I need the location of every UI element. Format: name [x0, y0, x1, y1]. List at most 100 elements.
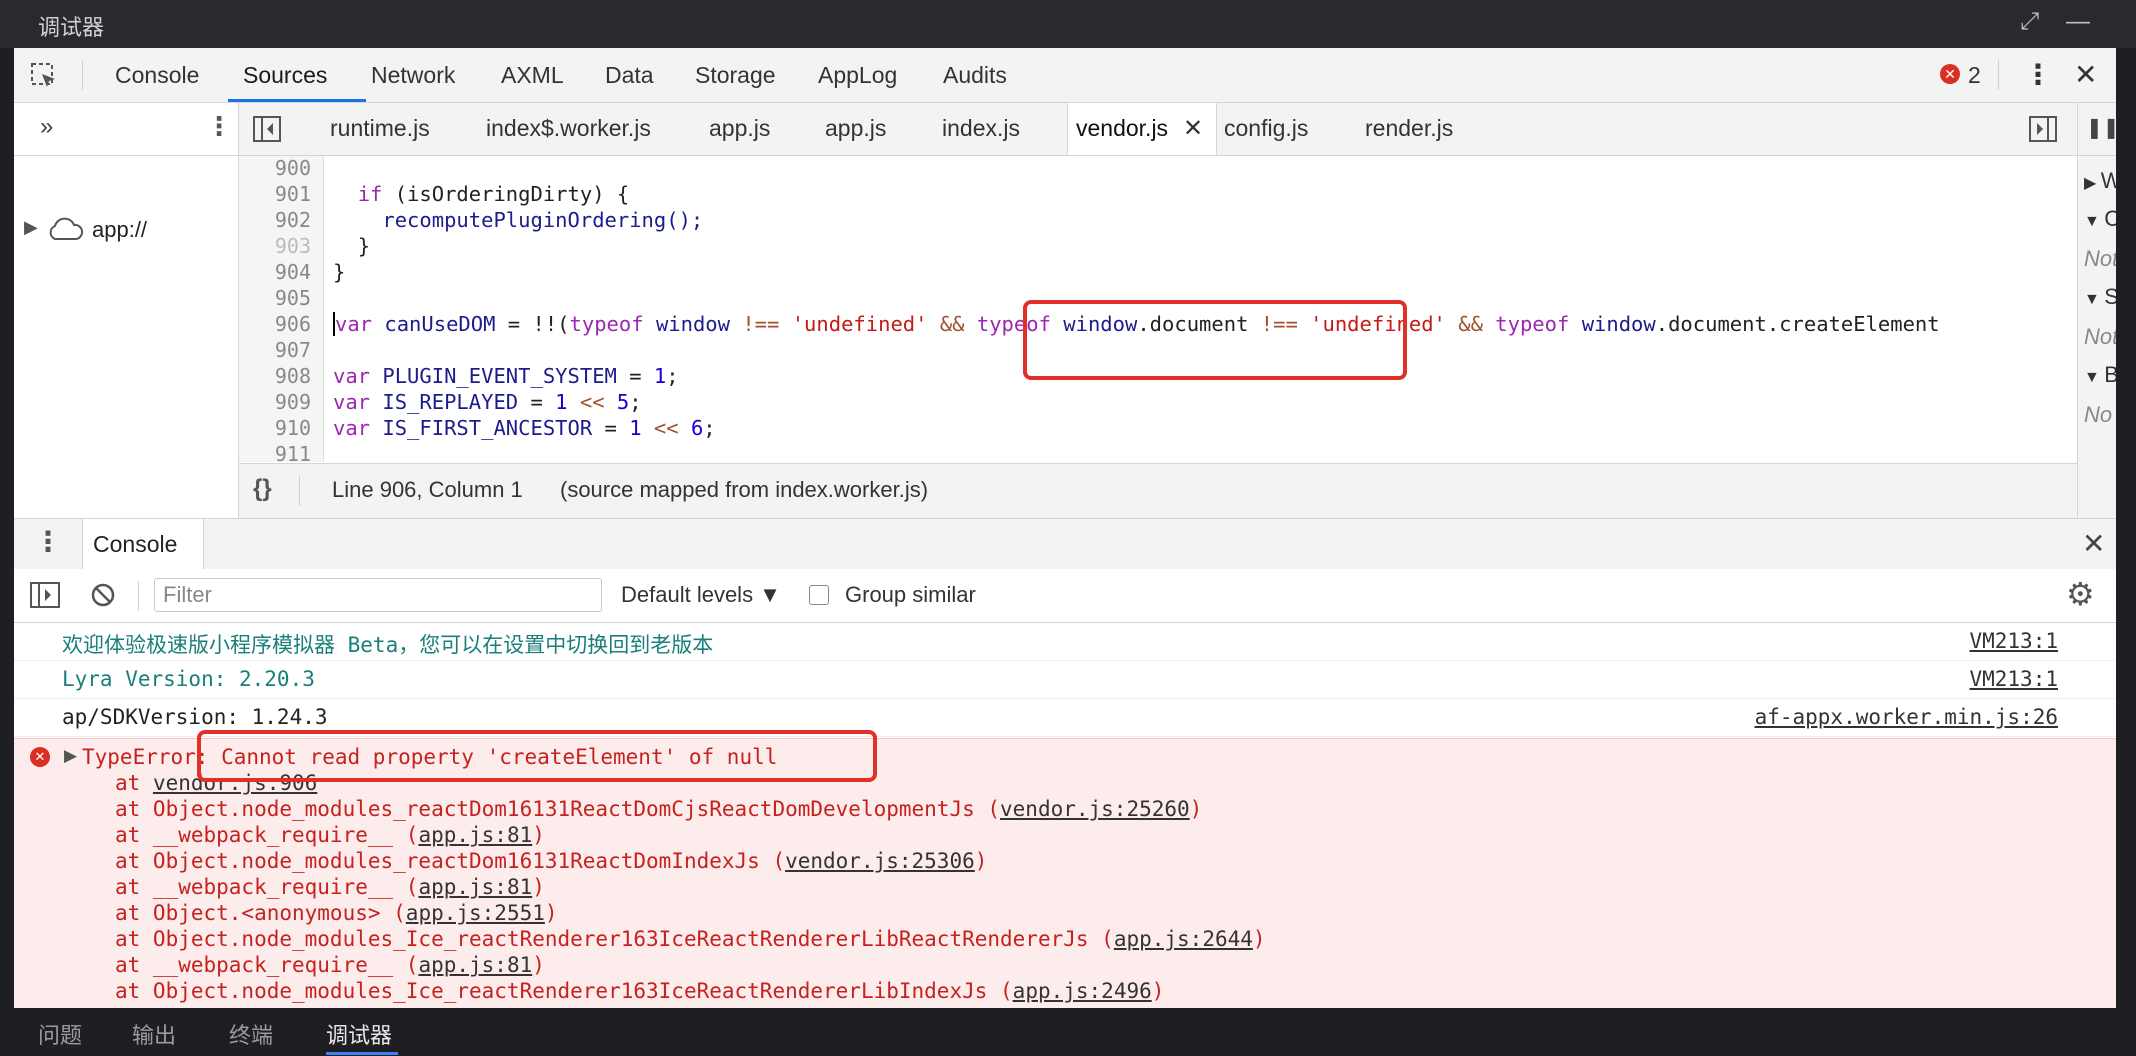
stack-link[interactable]: app.js:2496: [1013, 979, 1152, 1003]
group-similar-checkbox[interactable]: [809, 585, 829, 605]
line-number[interactable]: 909: [275, 390, 311, 414]
stack-text: ): [532, 823, 545, 847]
stack-link[interactable]: app.js:81: [418, 875, 532, 899]
close-devtools-icon[interactable]: ✕: [2074, 58, 2097, 91]
pause-icon[interactable]: ❚❚: [2086, 115, 2116, 140]
stack-link[interactable]: app.js:2644: [1114, 927, 1253, 951]
minimize-icon[interactable]: —: [2066, 8, 2090, 36]
error-count[interactable]: 2: [1968, 62, 1981, 89]
bottom-tab-terminal[interactable]: 终端: [229, 1018, 273, 1050]
section-note: Not: [2084, 246, 2116, 271]
drawer-tab-console[interactable]: Console: [82, 519, 204, 569]
file-tab-render[interactable]: render.js: [1365, 115, 1453, 142]
highlight-box-code: [1023, 300, 1407, 380]
stack-link[interactable]: app.js:81: [418, 823, 532, 847]
code-keyword: var: [333, 390, 371, 414]
code-keyword: var: [335, 312, 373, 336]
source-link[interactable]: VM213:1: [1969, 667, 2058, 691]
file-tab-runtime[interactable]: runtime.js: [330, 115, 430, 142]
code-text: =: [592, 416, 630, 440]
file-tab-config[interactable]: config.js: [1224, 115, 1308, 142]
expand-arrow-icon[interactable]: ▶: [24, 217, 38, 238]
message-text: Lyra Version: 2.20.3: [62, 667, 315, 691]
stack-link[interactable]: vendor.js:25260: [1000, 797, 1190, 821]
line-number[interactable]: 911: [275, 442, 311, 462]
tab-storage[interactable]: Storage: [695, 62, 776, 89]
close-tab-icon[interactable]: ✕: [1183, 114, 1203, 143]
close-drawer-icon[interactable]: ✕: [2082, 527, 2105, 560]
file-tab-app[interactable]: app.js: [709, 115, 770, 142]
line-number[interactable]: 905: [275, 286, 311, 310]
line-number[interactable]: 900: [275, 156, 311, 180]
toggle-debugger-icon[interactable]: [2029, 116, 2057, 142]
tab-applog[interactable]: AppLog: [818, 62, 897, 89]
tree-item-app-root[interactable]: ▶ app://: [22, 215, 222, 247]
file-tab-index[interactable]: index.js: [942, 115, 1020, 142]
source-map-info[interactable]: (source mapped from index.worker.js): [560, 477, 928, 503]
line-number[interactable]: 910: [275, 416, 311, 440]
message-text: 欢迎体验极速版小程序模拟器 Beta，您可以在设置中切换回到老版本: [62, 633, 714, 657]
navigator-menu-icon[interactable]: ⋮: [206, 111, 232, 142]
section-callstack[interactable]: ▼ C: [2084, 206, 2116, 232]
line-number[interactable]: 904: [275, 260, 311, 284]
line-number[interactable]: 901: [275, 182, 311, 206]
tab-audits[interactable]: Audits: [943, 62, 1007, 89]
line-number[interactable]: 907: [275, 338, 311, 362]
file-tab-index-worker[interactable]: index$.worker.js: [486, 115, 651, 142]
bottom-tab-output[interactable]: 输出: [132, 1018, 176, 1050]
tab-console[interactable]: Console: [115, 62, 199, 89]
code-text: }: [333, 260, 346, 284]
bottom-tab-debugger[interactable]: 调试器: [326, 1018, 392, 1050]
code-text: }: [357, 234, 371, 258]
code-text: =: [616, 364, 654, 388]
section-breakpoints[interactable]: ▼ B: [2084, 362, 2116, 388]
code-identifier: canUseDOM: [384, 312, 496, 336]
stack-frame: at Object.<anonymous> (app.js:2551): [115, 901, 558, 925]
stack-text: at Object.node_modules_Ice_reactRenderer…: [115, 927, 1114, 951]
toggle-navigator-icon[interactable]: [253, 116, 281, 142]
stack-link[interactable]: vendor.js:25306: [785, 849, 975, 873]
code-string: 'undefined': [791, 312, 928, 336]
expand-icon[interactable]: ⤢: [2020, 8, 2039, 36]
bottom-tab-problems[interactable]: 问题: [38, 1018, 82, 1050]
source-link[interactable]: af-appx.worker.min.js:26: [1755, 705, 2058, 729]
filter-input[interactable]: [154, 578, 602, 612]
clear-console-icon[interactable]: [90, 582, 116, 608]
more-options-icon[interactable]: ⋮: [2024, 58, 2052, 91]
line-number[interactable]: 906: [275, 312, 311, 336]
code-editor[interactable]: 900 901 902 903 904 905 906 907 908 909 …: [239, 156, 2077, 462]
tab-data[interactable]: Data: [605, 62, 654, 89]
code-identifier: window: [1581, 312, 1656, 336]
stack-frame: at __webpack_require__ (app.js:81): [115, 953, 545, 977]
section-watch[interactable]: ▶ W: [2084, 168, 2116, 194]
tab-sources[interactable]: Sources: [243, 62, 327, 89]
console-message: Lyra Version: 2.20.3 VM213:1: [14, 661, 2116, 699]
stack-link[interactable]: app.js:81: [418, 953, 532, 977]
show-sidebar-icon[interactable]: [30, 582, 60, 608]
line-number[interactable]: 902: [275, 208, 311, 232]
cursor-position: Line 906, Column 1: [332, 477, 523, 502]
line-number[interactable]: 903: [275, 234, 311, 258]
expand-error-icon[interactable]: ▶: [64, 746, 77, 766]
file-tab-app-2[interactable]: app.js: [825, 115, 886, 142]
log-levels-dropdown[interactable]: Default levels ▼: [621, 582, 781, 608]
stack-text: at __webpack_require__ (: [115, 953, 419, 977]
source-link[interactable]: VM213:1: [1969, 629, 2058, 653]
drawer-tabbar: ⋮ Console ✕: [14, 518, 2116, 570]
inspect-element-icon[interactable]: [30, 62, 58, 90]
line-number[interactable]: 908: [275, 364, 311, 388]
pretty-print-icon[interactable]: {}: [253, 475, 272, 503]
drawer-menu-icon[interactable]: ⋮: [34, 525, 62, 558]
error-type: TypeError: [82, 745, 196, 769]
group-similar-label[interactable]: Group similar: [845, 582, 976, 608]
code-keyword: typeof: [1495, 312, 1570, 336]
stack-link[interactable]: app.js:2551: [406, 901, 545, 925]
file-tab-vendor[interactable]: vendor.js: [1076, 115, 1168, 142]
more-tabs-icon[interactable]: »: [40, 113, 53, 141]
tab-network[interactable]: Network: [371, 62, 455, 89]
error-count-icon[interactable]: ✕: [1940, 64, 1960, 84]
console-settings-gear-icon[interactable]: ⚙: [2066, 575, 2095, 613]
console-message: 欢迎体验极速版小程序模拟器 Beta，您可以在设置中切换回到老版本 VM213:…: [14, 623, 2116, 661]
tab-axml[interactable]: AXML: [501, 62, 564, 89]
section-scope[interactable]: ▼ Sc: [2084, 284, 2116, 310]
